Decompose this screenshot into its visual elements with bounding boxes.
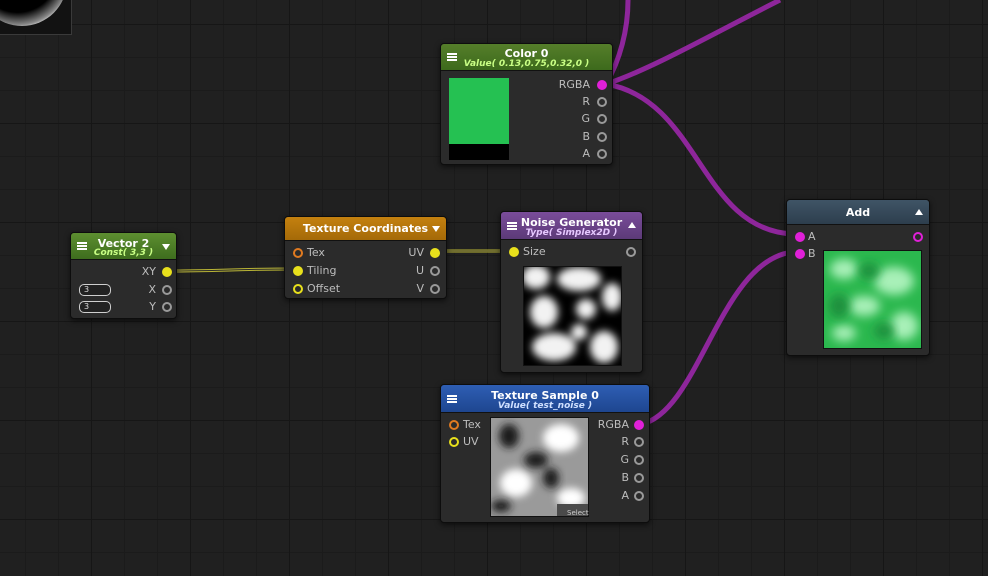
select-button[interactable]: Select <box>567 507 589 519</box>
output-label-b: B <box>582 130 590 143</box>
output-port-rgba[interactable] <box>597 80 607 90</box>
wire-top-2 <box>605 0 782 87</box>
output-port-y[interactable] <box>162 302 172 312</box>
input-label-a: A <box>808 230 816 243</box>
output-port-b[interactable] <box>597 132 607 142</box>
output-port-r[interactable] <box>634 437 644 447</box>
noise-node-header[interactable]: Noise Generator Type( Simplex2D ) <box>501 212 642 240</box>
output-port-rgba[interactable] <box>634 420 644 430</box>
vector2-node[interactable]: Vector 2 Const( 3,3 ) XY 3 X 3 Y <box>70 232 177 319</box>
output-label-uv: UV <box>408 246 424 259</box>
input-label-tiling: Tiling <box>307 264 337 277</box>
input-label-b: B <box>808 247 816 260</box>
output-label-a: A <box>582 147 590 160</box>
input-label-uv: UV <box>463 435 479 448</box>
input-port-offset[interactable] <box>293 284 303 294</box>
corner-preview-node <box>0 0 72 35</box>
output-port[interactable] <box>913 232 923 242</box>
x-value-field[interactable]: 3 <box>79 284 111 296</box>
collapse-arrow-icon[interactable] <box>162 244 170 250</box>
output-port-u[interactable] <box>430 266 440 276</box>
sphere-preview <box>0 0 67 26</box>
output-port[interactable] <box>626 247 636 257</box>
color-node[interactable]: Color 0 Value( 0.13,0.75,0.32,0 ) RGBA R… <box>440 43 613 165</box>
input-port-size[interactable] <box>509 247 519 257</box>
y-label: Y <box>149 300 156 313</box>
node-subtitle: Value( test_noise ) <box>497 401 593 411</box>
output-port-uv[interactable] <box>430 248 440 258</box>
input-port-uv[interactable] <box>449 437 459 447</box>
output-port-a[interactable] <box>634 491 644 501</box>
output-port-g[interactable] <box>597 114 607 124</box>
node-subtitle: Type( Simplex2D ) <box>525 228 618 238</box>
output-label-rgba: RGBA <box>558 78 590 91</box>
expand-arrow-icon[interactable] <box>915 209 923 215</box>
noise-node[interactable]: Noise Generator Type( Simplex2D ) Size <box>500 211 643 373</box>
texcoords-node-header[interactable]: Texture Coordinates <box>285 217 446 241</box>
node-subtitle: Const( 3,3 ) <box>93 248 154 258</box>
texture-preview[interactable] <box>490 417 589 517</box>
noise-preview <box>523 266 622 366</box>
color-swatch[interactable] <box>449 78 509 144</box>
add-preview <box>823 250 922 349</box>
output-label-rgba: RGBA <box>597 418 629 431</box>
output-label-b: B <box>621 471 629 484</box>
output-label-v: V <box>416 282 424 295</box>
input-label-tex: Tex <box>307 246 325 259</box>
output-label-xy: XY <box>141 265 156 278</box>
node-subtitle: Value( 0.13,0.75,0.32,0 ) <box>463 59 590 69</box>
x-label: X <box>148 283 156 296</box>
output-label-g: G <box>620 453 629 466</box>
vector2-node-header[interactable]: Vector 2 Const( 3,3 ) <box>71 233 176 260</box>
color-node-header[interactable]: Color 0 Value( 0.13,0.75,0.32,0 ) <box>441 44 612 71</box>
node-title: Add <box>845 206 871 219</box>
input-label-offset: Offset <box>307 282 341 295</box>
node-title: Texture Coordinates <box>302 222 429 235</box>
input-port-b[interactable] <box>795 249 805 259</box>
input-port-tex[interactable] <box>449 420 459 430</box>
output-port-xy[interactable] <box>162 267 172 277</box>
output-label-u: U <box>415 264 424 277</box>
output-port-v[interactable] <box>430 284 440 294</box>
output-label-g: G <box>581 112 590 125</box>
output-port-g[interactable] <box>634 455 644 465</box>
input-port-tex[interactable] <box>293 248 303 258</box>
output-label-r: R <box>582 95 590 108</box>
add-node[interactable]: Add A B <box>786 199 930 356</box>
expand-arrow-icon[interactable] <box>628 222 636 228</box>
texcoords-node[interactable]: Texture Coordinates Tex Tiling Offset UV… <box>284 216 447 299</box>
output-port-r[interactable] <box>597 97 607 107</box>
wire-vector-to-tiling <box>165 267 294 273</box>
input-label-size: Size <box>523 245 546 258</box>
wire-sample-to-add-b <box>641 249 794 427</box>
output-label-r: R <box>621 435 629 448</box>
output-port-x[interactable] <box>162 285 172 295</box>
add-node-header[interactable]: Add <box>787 200 929 225</box>
input-port-a[interactable] <box>795 232 805 242</box>
alpha-swatch <box>449 144 509 160</box>
output-label-a: A <box>621 489 629 502</box>
output-port-a[interactable] <box>597 149 607 159</box>
collapse-arrow-icon[interactable] <box>432 226 440 232</box>
texsample-node[interactable]: Texture Sample 0 Value( test_noise ) Tex… <box>440 384 650 523</box>
y-value-field[interactable]: 3 <box>79 301 111 313</box>
input-port-tiling[interactable] <box>293 266 303 276</box>
output-port-b[interactable] <box>634 473 644 483</box>
texsample-node-header[interactable]: Texture Sample 0 Value( test_noise ) <box>441 385 649 413</box>
input-label-tex: Tex <box>463 418 481 431</box>
